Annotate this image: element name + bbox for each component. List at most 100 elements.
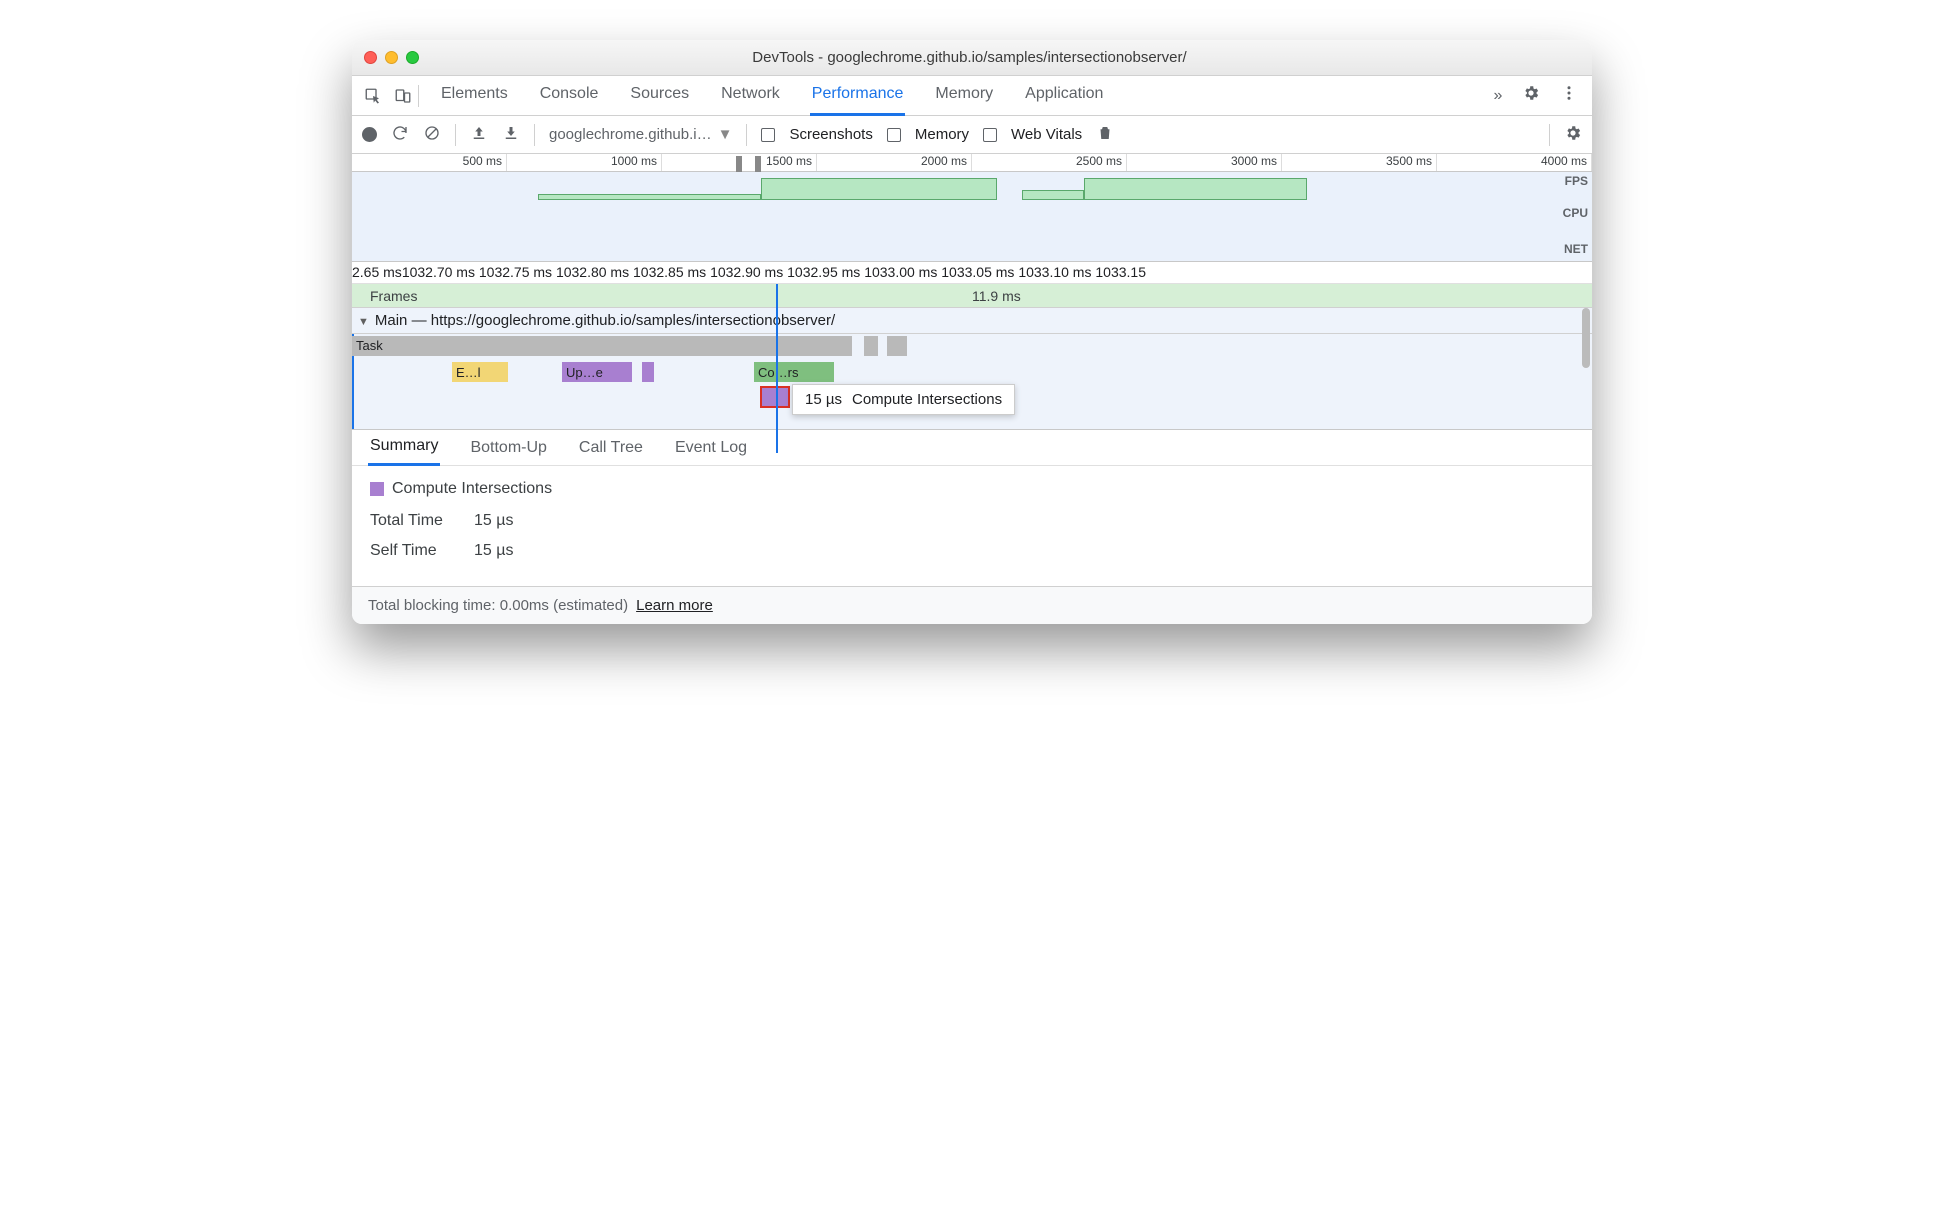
tab-network[interactable]: Network [719, 75, 782, 116]
record-button[interactable] [362, 127, 377, 142]
tooltip-time: 15 µs [805, 391, 842, 408]
net-label: NET [1564, 242, 1588, 256]
summary-row-value: 15 µs [474, 542, 513, 560]
ruler-tick: 1033.00 ms [864, 262, 937, 283]
flame-bar-scripting[interactable]: E…l [452, 362, 508, 382]
tick: 4000 ms [1437, 154, 1592, 171]
ruler-tick: 2.65 ms [352, 262, 402, 283]
overview-ticks: 500 ms 1000 ms 1500 ms 2000 ms 2500 ms 3… [352, 154, 1592, 172]
tick: 3500 ms [1282, 154, 1437, 171]
flame-bar-selected[interactable] [760, 386, 790, 408]
summary-row-key: Total Time [370, 512, 460, 530]
ruler-tick: 1033.10 ms [1018, 262, 1091, 283]
frames-label: Frames [352, 288, 417, 304]
ruler-tick: 1032.80 ms [556, 262, 629, 283]
minimize-window-button[interactable] [385, 51, 398, 64]
capture-settings-gear-icon[interactable] [1564, 124, 1582, 146]
load-profile-button[interactable] [470, 124, 488, 146]
disclosure-triangle-icon [358, 312, 369, 329]
more-tabs-icon[interactable]: » [1486, 87, 1510, 105]
overview-handle-left[interactable] [736, 156, 742, 172]
detail-tabs: Summary Bottom-Up Call Tree Event Log [352, 430, 1592, 466]
tab-elements[interactable]: Elements [439, 75, 510, 116]
tick: 1000 ms [507, 154, 662, 171]
main-thread-label: Main — https://googlechrome.github.io/sa… [375, 312, 835, 329]
screenshots-label: Screenshots [789, 126, 872, 143]
kebab-menu-icon[interactable] [1560, 84, 1578, 107]
flame-bar-task-fragment[interactable] [864, 336, 878, 356]
flame-ruler[interactable]: 2.65 ms 1032.70 ms 1032.75 ms 1032.80 ms… [352, 262, 1592, 284]
window-titlebar: DevTools - googlechrome.github.io/sample… [352, 40, 1592, 76]
ruler-tick: 1032.70 ms [402, 262, 475, 283]
flame-chart[interactable]: Task E…l Up…e Co…rs 15 µs Compute Inters… [352, 334, 1592, 430]
ruler-tick: 1033.05 ms [941, 262, 1014, 283]
perf-toolbar: googlechrome.github.i… ▼ Screenshots Mem… [352, 116, 1592, 154]
flame-tooltip: 15 µs Compute Intersections [792, 384, 1015, 415]
traffic-lights [364, 51, 419, 64]
webvitals-checkbox[interactable] [983, 128, 997, 142]
panel-tabs: Elements Console Sources Network Perform… [439, 75, 1486, 116]
settings-gear-icon[interactable] [1522, 84, 1540, 107]
tab-sources[interactable]: Sources [628, 75, 691, 116]
detail-tab-summary[interactable]: Summary [368, 429, 440, 466]
ruler-tick: 1032.85 ms [633, 262, 706, 283]
hover-marker [776, 284, 778, 453]
memory-checkbox[interactable] [887, 128, 901, 142]
tab-memory[interactable]: Memory [933, 75, 995, 116]
webvitals-label: Web Vitals [1011, 126, 1082, 143]
summary-row-key: Self Time [370, 542, 460, 560]
tick: 500 ms [352, 154, 507, 171]
detail-tab-event-log[interactable]: Event Log [673, 431, 749, 465]
footer-bar: Total blocking time: 0.00ms (estimated) … [352, 586, 1592, 624]
panel-tabbar: Elements Console Sources Network Perform… [352, 76, 1592, 116]
zoom-window-button[interactable] [406, 51, 419, 64]
tab-performance[interactable]: Performance [810, 75, 906, 116]
flame-bar-painting[interactable]: Co…rs [754, 362, 834, 382]
summary-title: Compute Intersections [392, 480, 552, 498]
fps-track [352, 172, 1592, 200]
flame-chart-area: Main — https://googlechrome.github.io/sa… [352, 308, 1592, 430]
tick: 3000 ms [1127, 154, 1282, 171]
save-profile-button[interactable] [502, 124, 520, 146]
chevron-down-icon: ▼ [718, 126, 733, 143]
divider [534, 124, 535, 146]
cpu-label: CPU [1563, 206, 1588, 220]
timeline-overview[interactable]: 500 ms 1000 ms 1500 ms 2000 ms 2500 ms 3… [352, 154, 1592, 262]
close-window-button[interactable] [364, 51, 377, 64]
window-title: DevTools - googlechrome.github.io/sample… [419, 49, 1520, 66]
reload-button[interactable] [391, 124, 409, 146]
ruler-tick: 1032.75 ms [479, 262, 552, 283]
blocking-time-text: Total blocking time: 0.00ms (estimated) [368, 597, 628, 614]
tab-console[interactable]: Console [538, 75, 601, 116]
flame-bar-rendering[interactable]: Up…e [562, 362, 632, 382]
ruler-tick: 1033.15 [1095, 262, 1146, 283]
page-selector[interactable]: googlechrome.github.i… ▼ [549, 126, 732, 143]
divider [455, 124, 456, 146]
summary-row-value: 15 µs [474, 512, 513, 530]
divider [418, 85, 419, 107]
summary-panel: Compute Intersections Total Time 15 µs S… [352, 466, 1592, 586]
tick: 2000 ms [817, 154, 972, 171]
detail-tab-bottom-up[interactable]: Bottom-Up [468, 431, 548, 465]
flame-bar-task-fragment[interactable] [887, 336, 907, 356]
device-toggle-icon[interactable] [388, 87, 418, 105]
clear-button[interactable] [423, 124, 441, 146]
garbage-collect-button[interactable] [1096, 124, 1114, 146]
main-thread-header[interactable]: Main — https://googlechrome.github.io/sa… [352, 308, 1592, 334]
tick: 2500 ms [972, 154, 1127, 171]
vertical-scrollbar[interactable] [1582, 308, 1590, 368]
detail-tab-call-tree[interactable]: Call Tree [577, 431, 645, 465]
screenshots-checkbox[interactable] [761, 128, 775, 142]
fps-label: FPS [1565, 174, 1588, 188]
divider [1549, 124, 1550, 146]
ruler-tick: 1032.95 ms [787, 262, 860, 283]
ruler-tick: 1032.90 ms [710, 262, 783, 283]
tab-application[interactable]: Application [1023, 75, 1105, 116]
frames-value: 11.9 ms [972, 288, 1021, 304]
inspect-element-icon[interactable] [358, 87, 388, 105]
overview-handle-right[interactable] [755, 156, 761, 172]
frames-row[interactable]: Frames 11.9 ms [352, 284, 1592, 308]
learn-more-link[interactable]: Learn more [636, 597, 713, 614]
flame-bar-rendering[interactable] [642, 362, 654, 382]
memory-label: Memory [915, 126, 969, 143]
